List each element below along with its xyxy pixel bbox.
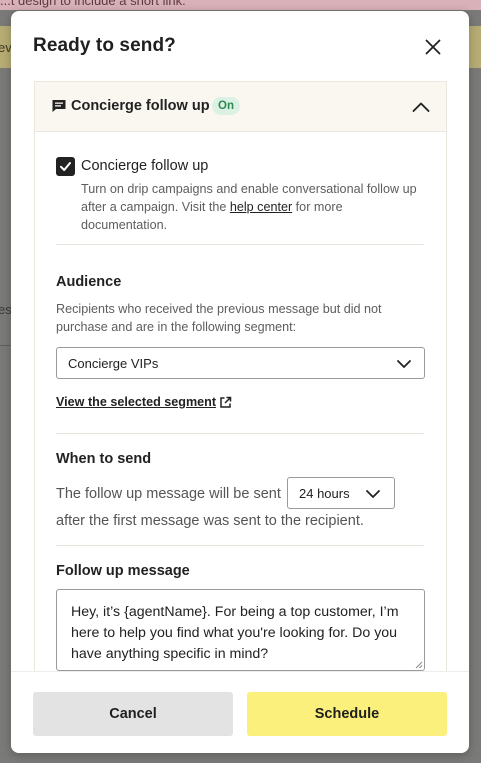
modal-footer: Cancel Schedule: [11, 671, 469, 753]
help-center-link[interactable]: help center: [230, 200, 292, 214]
view-segment-link[interactable]: View the selected segment: [56, 395, 216, 409]
concierge-description: Turn on drip campaigns and enable conver…: [81, 180, 417, 234]
modal-body: Concierge follow up On Concierge follow …: [11, 81, 469, 671]
hours-select[interactable]: 24 hours: [287, 477, 395, 509]
send-modal: Ready to send? Concierge follow up On Co…: [11, 11, 469, 753]
cancel-button[interactable]: Cancel: [33, 692, 233, 736]
background-divider: [0, 345, 10, 346]
when-to-send-text-start: The follow up message will be sent: [56, 486, 281, 502]
resize-grip-icon[interactable]: [415, 661, 423, 669]
modal-header: Ready to send?: [11, 11, 469, 81]
chevron-down-icon: [366, 490, 380, 498]
chevron-up-icon[interactable]: [411, 97, 431, 117]
modal-title: Ready to send?: [33, 35, 176, 56]
external-link-icon[interactable]: [219, 396, 232, 409]
chevron-down-icon: [397, 360, 411, 368]
section-divider: [56, 545, 424, 546]
close-button[interactable]: [421, 35, 445, 59]
background-banner-text: ev: [0, 40, 12, 55]
when-to-send-title: When to send: [56, 451, 152, 467]
concierge-accordion-header[interactable]: Concierge follow up On: [35, 82, 446, 132]
when-to-send-text-end: after the first message was sent to the …: [56, 513, 364, 529]
audience-description: Recipients who received the previous mes…: [56, 302, 382, 334]
chat-bubble-icon: [52, 100, 66, 112]
background-top-text: ...t design to include a short link.: [0, 0, 186, 8]
section-divider: [56, 244, 424, 245]
follow-up-message-textarea[interactable]: Hey, it’s {agentName}. For being a top c…: [56, 589, 425, 671]
concierge-accordion: Concierge follow up On Concierge follow …: [34, 81, 447, 671]
follow-up-message-title: Follow up message: [56, 563, 190, 579]
accordion-title: Concierge follow up: [71, 98, 210, 114]
segment-select[interactable]: Concierge VIPs: [56, 347, 425, 379]
segment-select-value: Concierge VIPs: [68, 356, 159, 371]
concierge-checkbox[interactable]: [56, 157, 75, 176]
concierge-checkbox-label: Concierge follow up: [81, 158, 209, 174]
checkmark-icon: [60, 162, 71, 171]
close-icon: [425, 39, 441, 55]
status-badge: On: [212, 97, 240, 115]
hours-select-value: 24 hours: [299, 486, 350, 501]
background-top-bar: ...t design to include a short link.: [0, 0, 481, 10]
section-divider: [56, 433, 424, 434]
schedule-button[interactable]: Schedule: [247, 692, 447, 736]
audience-title: Audience: [56, 274, 122, 290]
background-side-text: es: [0, 302, 12, 317]
